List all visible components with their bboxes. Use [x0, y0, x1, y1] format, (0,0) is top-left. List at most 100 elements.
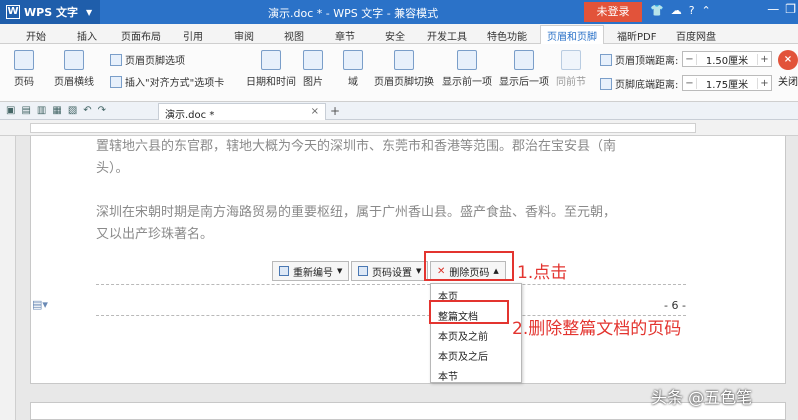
redo-icon[interactable]: ↷	[98, 105, 106, 116]
tab-page-layout[interactable]: 页面布局	[121, 28, 161, 43]
footer-dist-icon	[600, 77, 612, 90]
tab-view[interactable]: 视图	[284, 28, 304, 43]
hf-switch-label: 页眉页脚切换	[374, 77, 434, 88]
increment-button[interactable]: +	[757, 53, 771, 65]
header-top-dist-value[interactable]: 1.50厘米	[697, 52, 757, 67]
tab-baidu-netdisk[interactable]: 百度网盘	[676, 28, 716, 43]
page-options-icon[interactable]: ▤▾	[32, 298, 48, 311]
tab-references[interactable]: 引用	[183, 28, 203, 43]
tab-developer[interactable]: 开发工具	[427, 28, 467, 43]
login-button[interactable]: 未登录	[584, 2, 642, 22]
date-time-button[interactable]: 日期和时间	[246, 50, 296, 88]
renumber-button[interactable]: 重新编号 ▼	[272, 261, 350, 281]
menu-tabs: 开始 插入 页面布局 引用 审阅 视图 章节 安全 开发工具 特色功能 页眉和页…	[0, 24, 798, 44]
picture-label: 图片	[303, 77, 323, 88]
chevron-down-icon: ▼	[85, 7, 93, 17]
footer-bottom-dist-text: 页脚底端距离:	[615, 80, 679, 91]
menu-item-this-and-after[interactable]: 本页及之后	[438, 348, 488, 363]
chevron-down-icon: ▼	[416, 267, 422, 275]
footer-bottom-dist-value[interactable]: 1.75厘米	[697, 76, 757, 91]
preview-icon[interactable]: ▧	[68, 105, 77, 116]
tab-review[interactable]: 审阅	[234, 28, 254, 43]
header-top-dist-spinner[interactable]: − 1.50厘米 +	[682, 51, 772, 67]
same-section-label: 同前节	[556, 77, 586, 88]
tab-header-footer[interactable]: 页眉和页脚	[540, 25, 604, 44]
page-number-button[interactable]: 页码	[14, 50, 34, 88]
field-button[interactable]: 域	[343, 50, 363, 88]
ruler-track	[30, 123, 696, 133]
pdf-icon[interactable]: ▥	[37, 105, 46, 116]
hf-switch-button[interactable]: 页眉页脚切换	[374, 50, 434, 88]
insert-align-tab-button[interactable]: 插入"对齐方式"选项卡	[110, 74, 224, 89]
header-footer-options-button[interactable]: 页眉页脚选项	[110, 52, 185, 67]
show-prev-button[interactable]: 显示前一项	[442, 50, 492, 88]
same-section-icon	[561, 50, 581, 70]
next-icon	[514, 50, 534, 70]
save-icon[interactable]: ▤	[21, 105, 30, 116]
close-header-footer-button[interactable]: × 关闭	[778, 50, 798, 88]
vertical-ruler[interactable]	[0, 136, 16, 420]
same-section-button[interactable]: 同前节	[556, 50, 586, 88]
open-icon[interactable]: ▣	[6, 105, 15, 116]
paragraph-1-line-2: 头）。	[96, 161, 129, 176]
chevron-down-icon: ▼	[337, 267, 343, 275]
document-page[interactable]	[30, 136, 786, 384]
picture-icon	[303, 50, 323, 70]
app-menu-button[interactable]: W WPS 文字 ▼	[0, 0, 100, 24]
show-prev-label: 显示前一项	[442, 77, 492, 88]
footer-area[interactable]	[96, 284, 686, 316]
tab-section[interactable]: 章节	[335, 28, 355, 43]
title-bar: W WPS 文字 ▼ 演示.doc * - WPS 文字 - 兼容模式 未登录 …	[0, 0, 798, 24]
horizontal-ruler[interactable]	[0, 120, 798, 136]
picture-button[interactable]: 图片	[303, 50, 323, 88]
document-tab-strip: ▣ ▤ ▥ ▦ ▧ ↶ ↷ 演示.doc * × +	[0, 102, 798, 121]
menu-item-this-and-before[interactable]: 本页及之前	[438, 328, 488, 343]
window-controls: — ❐	[767, 2, 796, 16]
highlight-box-delete	[424, 251, 514, 281]
header-top-dist-text: 页眉顶端距离:	[615, 56, 679, 67]
footer-bottom-dist-label: 页脚底端距离:	[600, 76, 678, 91]
increment-button[interactable]: +	[757, 77, 771, 89]
help-icon[interactable]: ?	[689, 4, 695, 17]
footer-bottom-dist-spinner[interactable]: − 1.75厘米 +	[682, 75, 772, 91]
date-time-label: 日期和时间	[246, 77, 296, 88]
options-icon	[110, 53, 122, 66]
title-bar-icons: 👕 ☁ ? ⌃	[650, 4, 711, 17]
annotation-step-1: 1.点击	[517, 263, 568, 283]
page-number-settings-button[interactable]: 页码设置 ▼	[351, 261, 429, 281]
header-line-icon	[64, 50, 84, 70]
tab-foxit-pdf[interactable]: 福昕PDF	[617, 28, 656, 43]
tab-insert[interactable]: 插入	[77, 28, 97, 43]
watermark: 头条 @五色笔	[651, 388, 753, 407]
quick-access-toolbar: ▣ ▤ ▥ ▦ ▧ ↶ ↷	[6, 105, 106, 116]
header-footer-options-label: 页眉页脚选项	[125, 56, 185, 67]
tab-features[interactable]: 特色功能	[487, 28, 527, 43]
new-tab-icon[interactable]: +	[330, 104, 340, 118]
delete-page-number-menu: 本页 整篇文档 本页及之前 本页及之后 本节	[430, 283, 522, 383]
ribbon-toggle-icon[interactable]: ⌃	[702, 4, 711, 17]
document-tab[interactable]: 演示.doc * ×	[158, 103, 326, 121]
paragraph-2-line-2: 又以出产珍珠著名。	[96, 227, 214, 242]
minimize-icon[interactable]: —	[767, 2, 779, 16]
menu-item-this-section[interactable]: 本节	[438, 368, 458, 383]
print-icon[interactable]: ▦	[52, 105, 61, 116]
insert-align-tab-label: 插入"对齐方式"选项卡	[125, 78, 225, 89]
decrement-button[interactable]: −	[683, 77, 697, 89]
tab-home[interactable]: 开始	[26, 28, 46, 43]
annotation-step-2: 2.删除整篇文档的页码	[512, 319, 682, 339]
ribbon: 页码 页眉横线 页眉页脚选项 插入"对齐方式"选项卡 日期和时间 图片 域 页眉…	[0, 44, 798, 102]
switch-icon	[394, 50, 414, 70]
decrement-button[interactable]: −	[683, 53, 697, 65]
align-tab-icon	[110, 75, 122, 88]
restore-icon[interactable]: ❐	[785, 2, 796, 16]
undo-icon[interactable]: ↶	[83, 105, 91, 116]
window-title: 演示.doc * - WPS 文字 - 兼容模式	[268, 7, 439, 20]
skin-icon[interactable]: 👕	[650, 4, 664, 17]
paragraph-2-line-1: 深圳在宋朝时期是南方海路贸易的重要枢纽，属于广州香山县。盛产食盐、香料。至元朝，	[96, 205, 617, 220]
feedback-icon[interactable]: ☁	[671, 4, 682, 17]
close-tab-icon[interactable]: ×	[311, 106, 319, 117]
show-next-button[interactable]: 显示后一项	[499, 50, 549, 88]
header-line-button[interactable]: 页眉横线	[54, 50, 94, 88]
tab-security[interactable]: 安全	[385, 28, 405, 43]
close-label: 关闭	[778, 77, 798, 88]
